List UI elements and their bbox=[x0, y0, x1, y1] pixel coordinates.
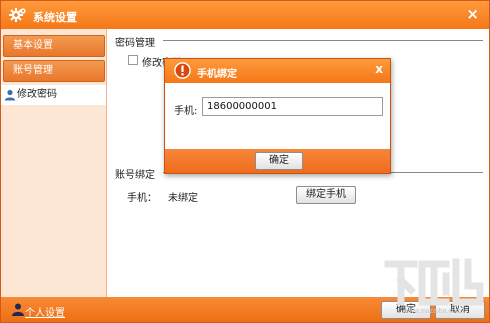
dialog-close-icon[interactable]: x bbox=[375, 62, 383, 76]
bind-phone-button[interactable]: 绑定手机 bbox=[296, 186, 356, 204]
warning-icon bbox=[174, 62, 191, 79]
dialog-title: 手机绑定 bbox=[197, 69, 237, 80]
person-icon bbox=[12, 303, 24, 316]
password-section-title: 密码管理 bbox=[115, 38, 155, 49]
phone-status: 未绑定 bbox=[168, 193, 198, 204]
user-icon bbox=[4, 89, 16, 101]
sidebar-tab-account-management[interactable]: 账号管理 bbox=[3, 60, 105, 82]
section-divider bbox=[163, 40, 483, 41]
dialog-phone-label: 手机: bbox=[174, 106, 198, 117]
close-icon[interactable]: × bbox=[466, 5, 479, 23]
dialog-title-bar: 手机绑定 x bbox=[165, 59, 390, 83]
phone-label: 手机： bbox=[127, 193, 157, 204]
sidebar-item-change-password[interactable]: 修改密码 bbox=[1, 85, 106, 105]
watermark-logo: www.xiazaiba.com bbox=[384, 258, 484, 315]
dialog-ok-button[interactable]: 确定 bbox=[255, 152, 303, 170]
change-password-checkbox[interactable] bbox=[128, 55, 138, 65]
account-section-title: 账号绑定 bbox=[115, 170, 155, 181]
user-settings-link[interactable]: 个人设置 bbox=[25, 304, 65, 319]
phone-bind-dialog: 手机绑定 x 手机: 确定 bbox=[164, 58, 391, 174]
sidebar-item-label: 修改密码 bbox=[17, 89, 57, 100]
sidebar: 基本设置 账号管理 修改密码 bbox=[1, 29, 107, 297]
dialog-footer: 确定 bbox=[165, 149, 390, 173]
window-title: 系统设置 bbox=[33, 11, 77, 24]
title-bar: 系统设置 × bbox=[1, 1, 489, 29]
svg-text:www.xiazaiba.com: www.xiazaiba.com bbox=[403, 308, 462, 315]
phone-number-input[interactable] bbox=[202, 97, 383, 116]
gear-icon bbox=[9, 8, 26, 22]
sidebar-tab-basic-settings[interactable]: 基本设置 bbox=[3, 35, 105, 57]
